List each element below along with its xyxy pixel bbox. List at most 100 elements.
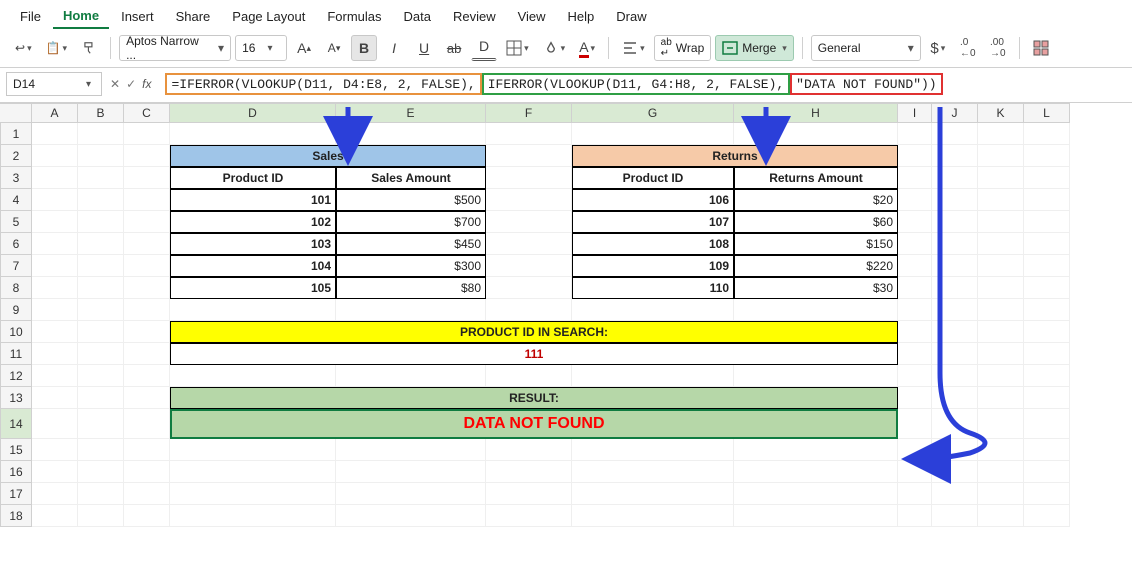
number-format-select[interactable]: General▾ xyxy=(811,35,921,61)
cell-J11[interactable] xyxy=(932,343,978,365)
cell-K11[interactable] xyxy=(978,343,1024,365)
cell-C8[interactable] xyxy=(124,277,170,299)
returns-title[interactable]: Returns xyxy=(572,145,898,167)
cell-A2[interactable] xyxy=(32,145,78,167)
cell-F17[interactable] xyxy=(486,483,572,505)
cell-A8[interactable] xyxy=(32,277,78,299)
row-header-14[interactable]: 14 xyxy=(0,409,32,439)
cell-I4[interactable] xyxy=(898,189,932,211)
double-underline-button[interactable]: D xyxy=(471,35,497,61)
tab-data[interactable]: Data xyxy=(394,3,441,28)
cell-H18[interactable] xyxy=(734,505,898,527)
cell-I16[interactable] xyxy=(898,461,932,483)
cell-H7[interactable]: $220 xyxy=(734,255,898,277)
cell-F16[interactable] xyxy=(486,461,572,483)
cell-C7[interactable] xyxy=(124,255,170,277)
row-header-4[interactable]: 4 xyxy=(0,189,32,211)
cell-K7[interactable] xyxy=(978,255,1024,277)
cell-B13[interactable] xyxy=(78,387,124,409)
result-value[interactable]: DATA NOT FOUND xyxy=(170,409,898,439)
merge-button[interactable]: Merge ▾ xyxy=(715,35,794,61)
cell-G1[interactable] xyxy=(572,123,734,145)
row-header-10[interactable]: 10 xyxy=(0,321,32,343)
font-name-select[interactable]: Aptos Narrow ...▾ xyxy=(119,35,231,61)
cell-L15[interactable] xyxy=(1024,439,1070,461)
cell-C4[interactable] xyxy=(124,189,170,211)
search-value[interactable]: 111 xyxy=(170,343,898,365)
cell-L12[interactable] xyxy=(1024,365,1070,387)
underline-button[interactable]: U xyxy=(411,35,437,61)
cell-K9[interactable] xyxy=(978,299,1024,321)
cell-H16[interactable] xyxy=(734,461,898,483)
cell-C5[interactable] xyxy=(124,211,170,233)
cell-J12[interactable] xyxy=(932,365,978,387)
cell-B17[interactable] xyxy=(78,483,124,505)
cell-C10[interactable] xyxy=(124,321,170,343)
cell-A6[interactable] xyxy=(32,233,78,255)
currency-button[interactable]: $▾ xyxy=(925,35,951,61)
returns-id-header[interactable]: Product ID xyxy=(572,167,734,189)
tab-home[interactable]: Home xyxy=(53,2,109,29)
row-header-8[interactable]: 8 xyxy=(0,277,32,299)
cell-J13[interactable] xyxy=(932,387,978,409)
fill-color-button[interactable]: ▾ xyxy=(538,35,571,61)
cell-E18[interactable] xyxy=(336,505,486,527)
cell-E1[interactable] xyxy=(336,123,486,145)
cell-B6[interactable] xyxy=(78,233,124,255)
col-header-I[interactable]: I xyxy=(898,103,932,123)
clipboard-button[interactable]: 📋▾ xyxy=(41,35,72,61)
cell-B9[interactable] xyxy=(78,299,124,321)
cell-A9[interactable] xyxy=(32,299,78,321)
cell-D9[interactable] xyxy=(170,299,336,321)
row-header-3[interactable]: 3 xyxy=(0,167,32,189)
cell-I5[interactable] xyxy=(898,211,932,233)
cell-F2[interactable] xyxy=(486,145,572,167)
cell-B8[interactable] xyxy=(78,277,124,299)
cell-F3[interactable] xyxy=(486,167,572,189)
cell-H15[interactable] xyxy=(734,439,898,461)
row-header-6[interactable]: 6 xyxy=(0,233,32,255)
cell-J1[interactable] xyxy=(932,123,978,145)
increase-decimal-button[interactable]: .00→0 xyxy=(985,35,1011,61)
cell-K15[interactable] xyxy=(978,439,1024,461)
cell-A7[interactable] xyxy=(32,255,78,277)
cell-I14[interactable] xyxy=(898,409,932,439)
cell-I3[interactable] xyxy=(898,167,932,189)
cell-H4[interactable]: $20 xyxy=(734,189,898,211)
cell-E9[interactable] xyxy=(336,299,486,321)
cell-L1[interactable] xyxy=(1024,123,1070,145)
cell-D17[interactable] xyxy=(170,483,336,505)
font-size-select[interactable]: 16▾ xyxy=(235,35,287,61)
cell-B15[interactable] xyxy=(78,439,124,461)
cell-J9[interactable] xyxy=(932,299,978,321)
cell-H1[interactable] xyxy=(734,123,898,145)
cell-D6[interactable]: 103 xyxy=(170,233,336,255)
row-header-13[interactable]: 13 xyxy=(0,387,32,409)
cell-I8[interactable] xyxy=(898,277,932,299)
cell-B7[interactable] xyxy=(78,255,124,277)
cell-E15[interactable] xyxy=(336,439,486,461)
tab-formulas[interactable]: Formulas xyxy=(317,3,391,28)
name-box[interactable]: D14 ▾ xyxy=(6,72,102,96)
cell-F5[interactable] xyxy=(486,211,572,233)
cell-C14[interactable] xyxy=(124,409,170,439)
cell-C2[interactable] xyxy=(124,145,170,167)
col-header-B[interactable]: B xyxy=(78,103,124,123)
cell-L16[interactable] xyxy=(1024,461,1070,483)
cell-H6[interactable]: $150 xyxy=(734,233,898,255)
cell-J15[interactable] xyxy=(932,439,978,461)
cell-I9[interactable] xyxy=(898,299,932,321)
cell-D15[interactable] xyxy=(170,439,336,461)
cell-J5[interactable] xyxy=(932,211,978,233)
cell-D1[interactable] xyxy=(170,123,336,145)
cell-L14[interactable] xyxy=(1024,409,1070,439)
tab-insert[interactable]: Insert xyxy=(111,3,164,28)
cell-D8[interactable]: 105 xyxy=(170,277,336,299)
cell-L10[interactable] xyxy=(1024,321,1070,343)
tab-page-layout[interactable]: Page Layout xyxy=(222,3,315,28)
cell-F15[interactable] xyxy=(486,439,572,461)
cell-E4[interactable]: $500 xyxy=(336,189,486,211)
cell-B12[interactable] xyxy=(78,365,124,387)
tab-review[interactable]: Review xyxy=(443,3,506,28)
font-color-button[interactable]: A▾ xyxy=(574,35,600,61)
